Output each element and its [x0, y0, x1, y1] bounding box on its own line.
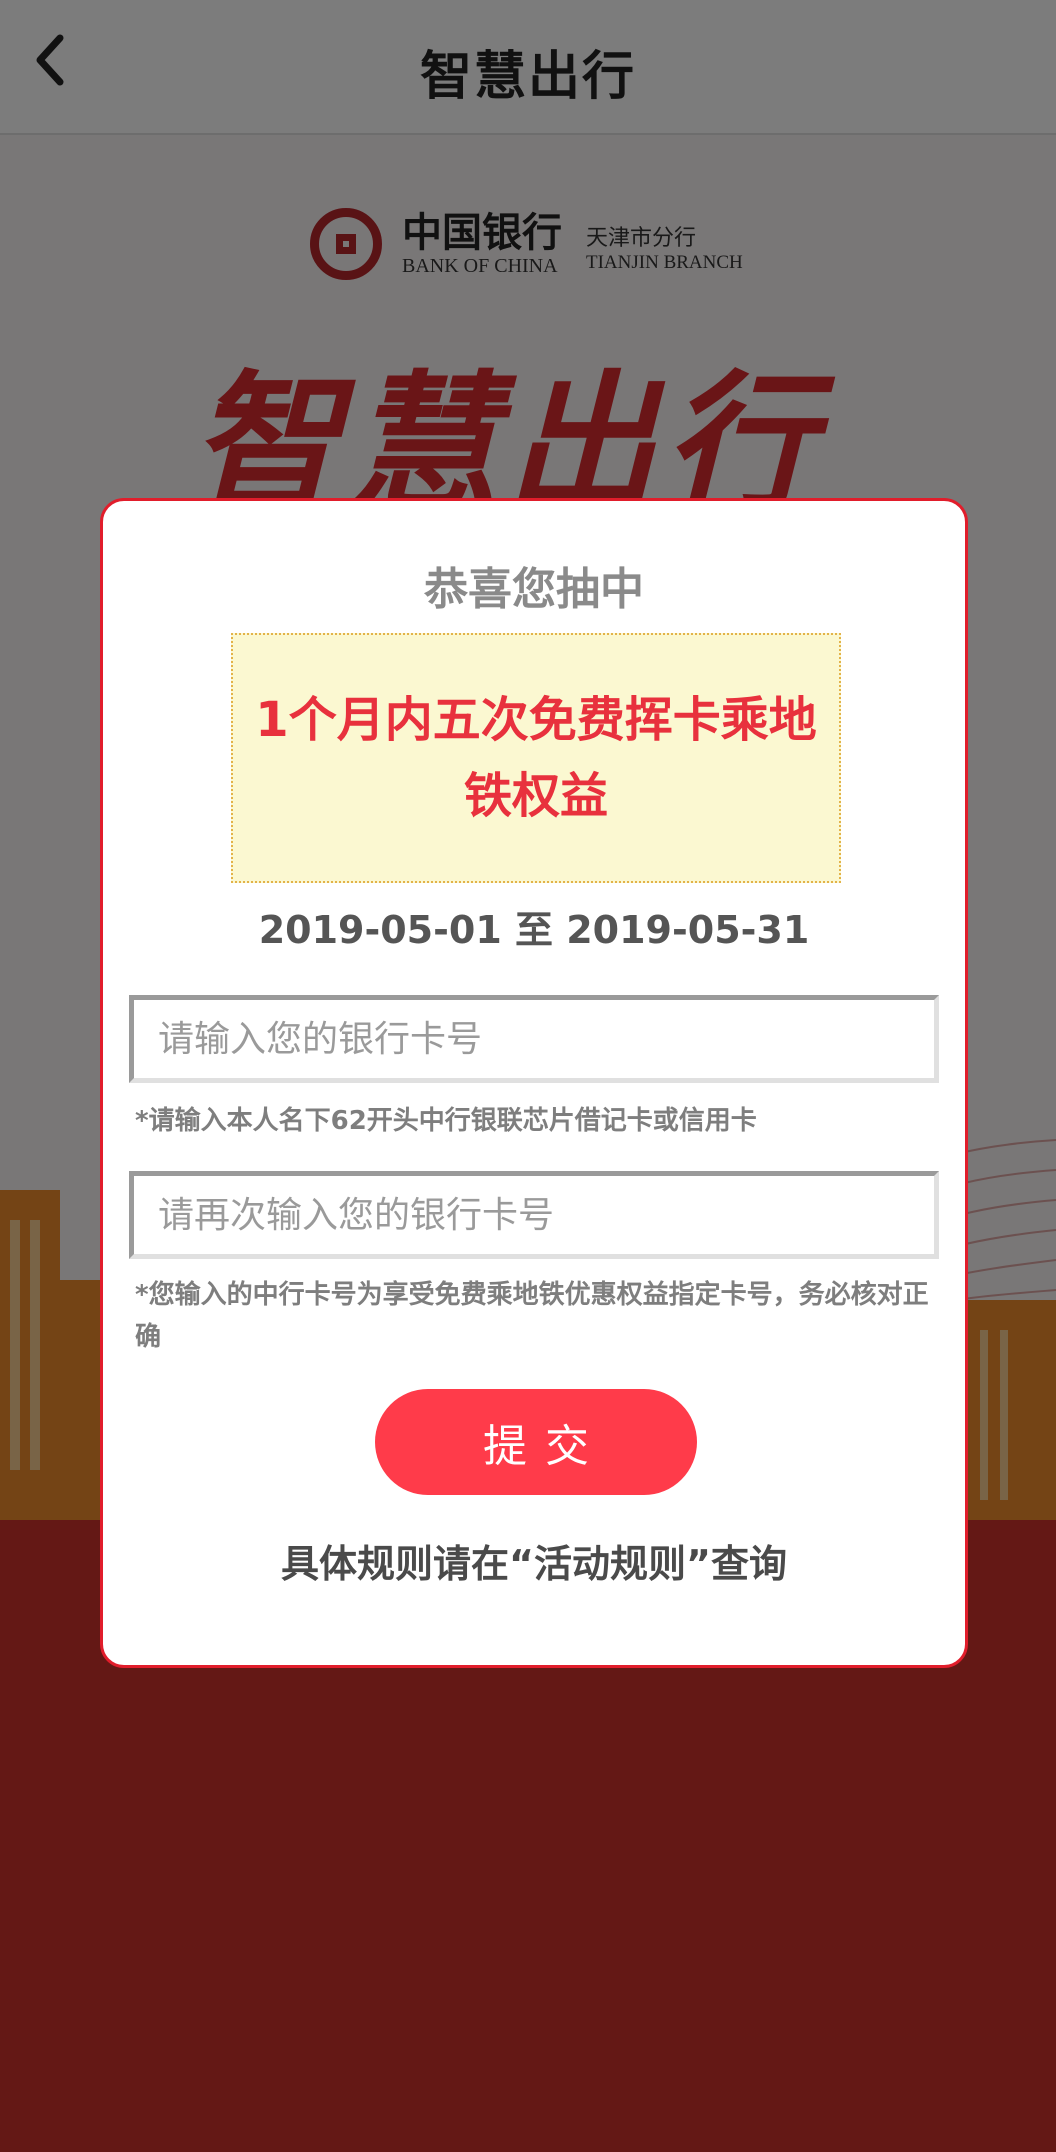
bank-card-confirm-hint: *您输入的中行卡号为享受免费乘地铁优惠权益指定卡号，务必核对正确	[135, 1280, 929, 1352]
rules-notice: 具体规则请在“活动规则”查询	[281, 1542, 787, 1586]
bank-card-confirm-input[interactable]	[129, 1171, 939, 1259]
app-header: 智慧出行	[0, 0, 1056, 135]
prize-box: 1个月内五次免费挥卡乘地铁权益	[231, 633, 841, 883]
submit-button[interactable]: 提交	[375, 1389, 697, 1495]
prize-dialog: 恭喜您抽中 1个月内五次免费挥卡乘地铁权益 2019-05-01 至 2019-…	[100, 498, 968, 1668]
bank-card-hint: *请输入本人名下62开头中行银联芯片借记卡或信用卡	[135, 1106, 757, 1136]
page-title: 智慧出行	[419, 47, 636, 107]
congrats-heading: 恭喜您抽中	[424, 564, 644, 615]
validity-period: 2019-05-01 至 2019-05-31	[258, 908, 810, 952]
prize-text: 1个月内五次免费挥卡乘地铁权益	[255, 692, 817, 824]
bank-card-input[interactable]	[129, 995, 939, 1083]
